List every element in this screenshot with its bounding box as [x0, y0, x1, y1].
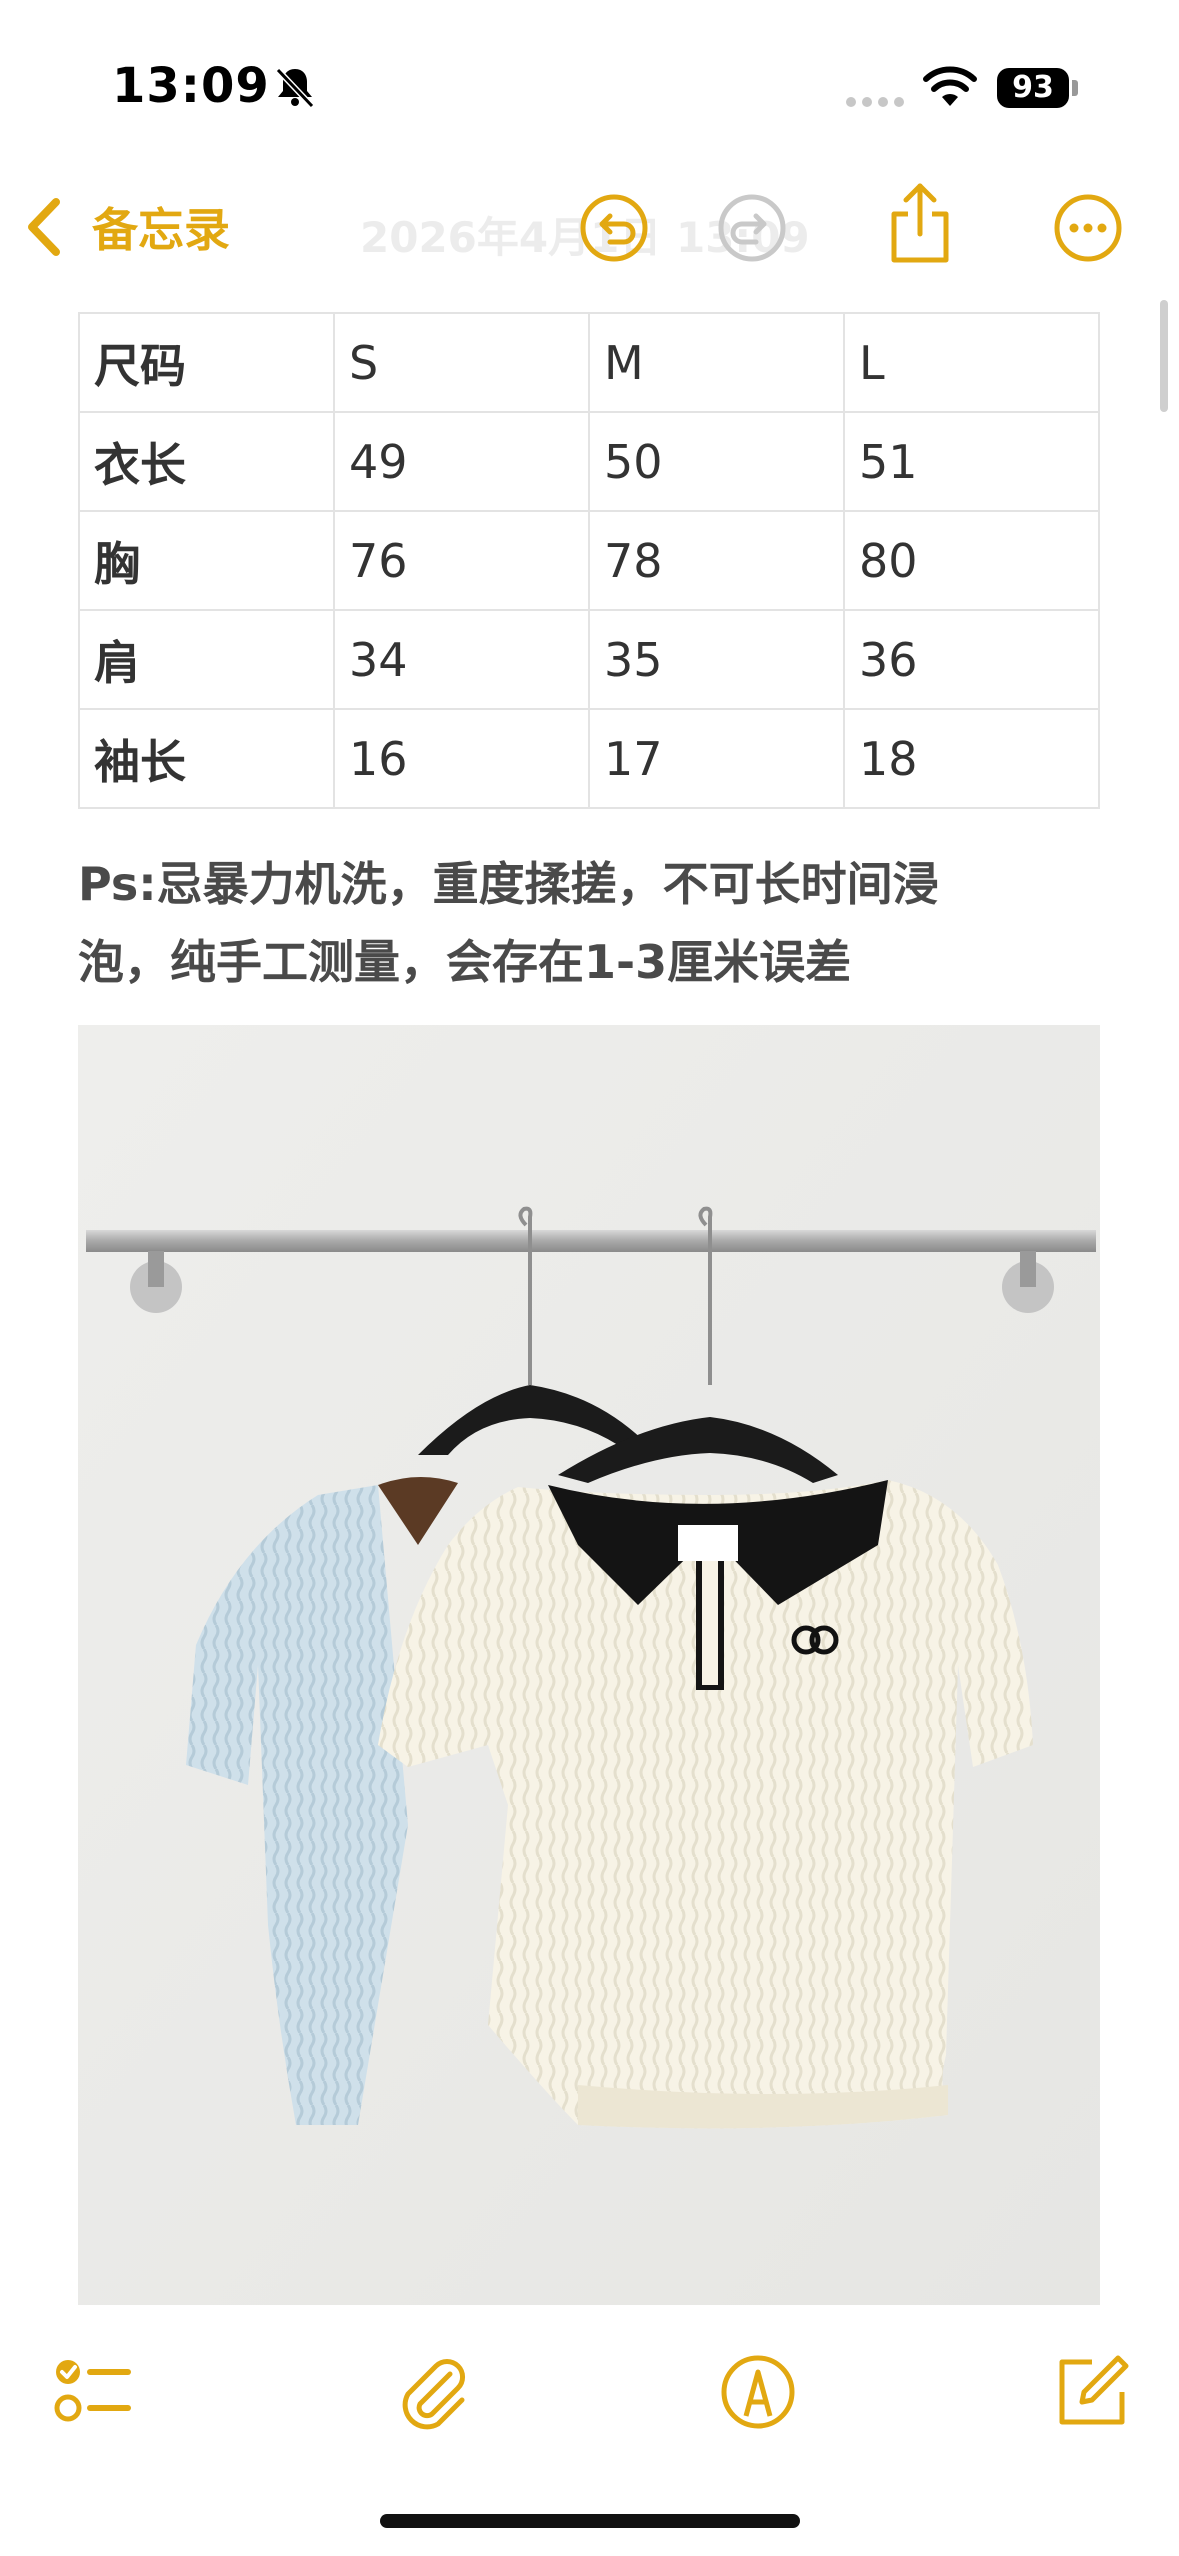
table-row: 尺码 S M L — [78, 312, 1100, 413]
table-cell[interactable]: 78 — [588, 510, 845, 611]
bottom-toolbar — [0, 2330, 1179, 2470]
table-cell[interactable]: 50 — [588, 411, 845, 512]
chevron-left-icon — [28, 198, 60, 256]
table-cell[interactable]: S — [333, 312, 590, 413]
note-line: Ps:忌暴力机洗，重度揉搓，不可长时间浸 — [78, 857, 939, 911]
table-cell[interactable]: 35 — [588, 609, 845, 710]
product-photo[interactable] — [78, 1025, 1100, 2305]
back-button[interactable]: 备忘录 — [22, 192, 282, 262]
table-cell[interactable]: 36 — [843, 609, 1100, 710]
table-cell[interactable]: 16 — [333, 708, 590, 809]
back-label: 备忘录 — [92, 203, 230, 257]
table-cell[interactable]: 51 — [843, 411, 1100, 512]
table-cell[interactable]: L — [843, 312, 1100, 413]
table-cell[interactable]: 17 — [588, 708, 845, 809]
home-indicator[interactable] — [380, 2514, 800, 2528]
table-cell[interactable]: 80 — [843, 510, 1100, 611]
table-row: 肩 34 35 36 — [78, 609, 1100, 710]
table-cell[interactable]: 胸 — [78, 510, 335, 611]
cellular-signal-icon — [846, 97, 904, 107]
paperclip-icon[interactable] — [392, 2352, 472, 2432]
undo-icon[interactable] — [578, 192, 650, 264]
table-cell[interactable]: 袖长 — [78, 708, 335, 809]
nav-bar: 备忘录 2026年4月1日 13:09 — [0, 170, 1179, 290]
checklist-icon[interactable] — [52, 2352, 132, 2432]
scroll-indicator[interactable] — [1160, 300, 1168, 412]
wifi-icon — [923, 66, 977, 106]
status-bar: 13:09 93 — [0, 0, 1179, 160]
markup-pen-icon[interactable] — [718, 2352, 798, 2432]
table-cell[interactable]: 尺码 — [78, 312, 335, 413]
table-row: 袖长 16 17 18 — [78, 708, 1100, 809]
share-icon[interactable] — [884, 180, 956, 266]
notes-screen: 13:09 93 备忘录 2026年4月1日 13:09 尺码 S M L 衣长… — [0, 0, 1179, 2556]
compose-icon[interactable] — [1052, 2352, 1132, 2432]
table-row: 衣长 49 50 51 — [78, 411, 1100, 512]
battery-icon: 93 — [997, 68, 1069, 108]
table-cell[interactable]: 衣长 — [78, 411, 335, 512]
redo-icon[interactable] — [716, 192, 788, 264]
size-table: 尺码 S M L 衣长 49 50 51 胸 76 78 80 肩 34 35 — [78, 312, 1100, 809]
note-line: 泡，纯手工测量，会存在1-3厘米误差 — [78, 935, 852, 989]
table-cell[interactable]: M — [588, 312, 845, 413]
battery-cap — [1072, 80, 1078, 96]
note-body-text[interactable]: Ps:忌暴力机洗，重度揉搓，不可长时间浸 泡，纯手工测量，会存在1-3厘米误差 — [78, 845, 1118, 1001]
table-cell[interactable]: 34 — [333, 609, 590, 710]
table-cell[interactable]: 76 — [333, 510, 590, 611]
bell-slash-icon — [275, 67, 315, 109]
table-cell[interactable]: 18 — [843, 708, 1100, 809]
more-icon[interactable] — [1052, 192, 1124, 264]
table-cell[interactable]: 49 — [333, 411, 590, 512]
status-time: 13:09 — [112, 58, 270, 114]
table-row: 胸 76 78 80 — [78, 510, 1100, 611]
table-cell[interactable]: 肩 — [78, 609, 335, 710]
